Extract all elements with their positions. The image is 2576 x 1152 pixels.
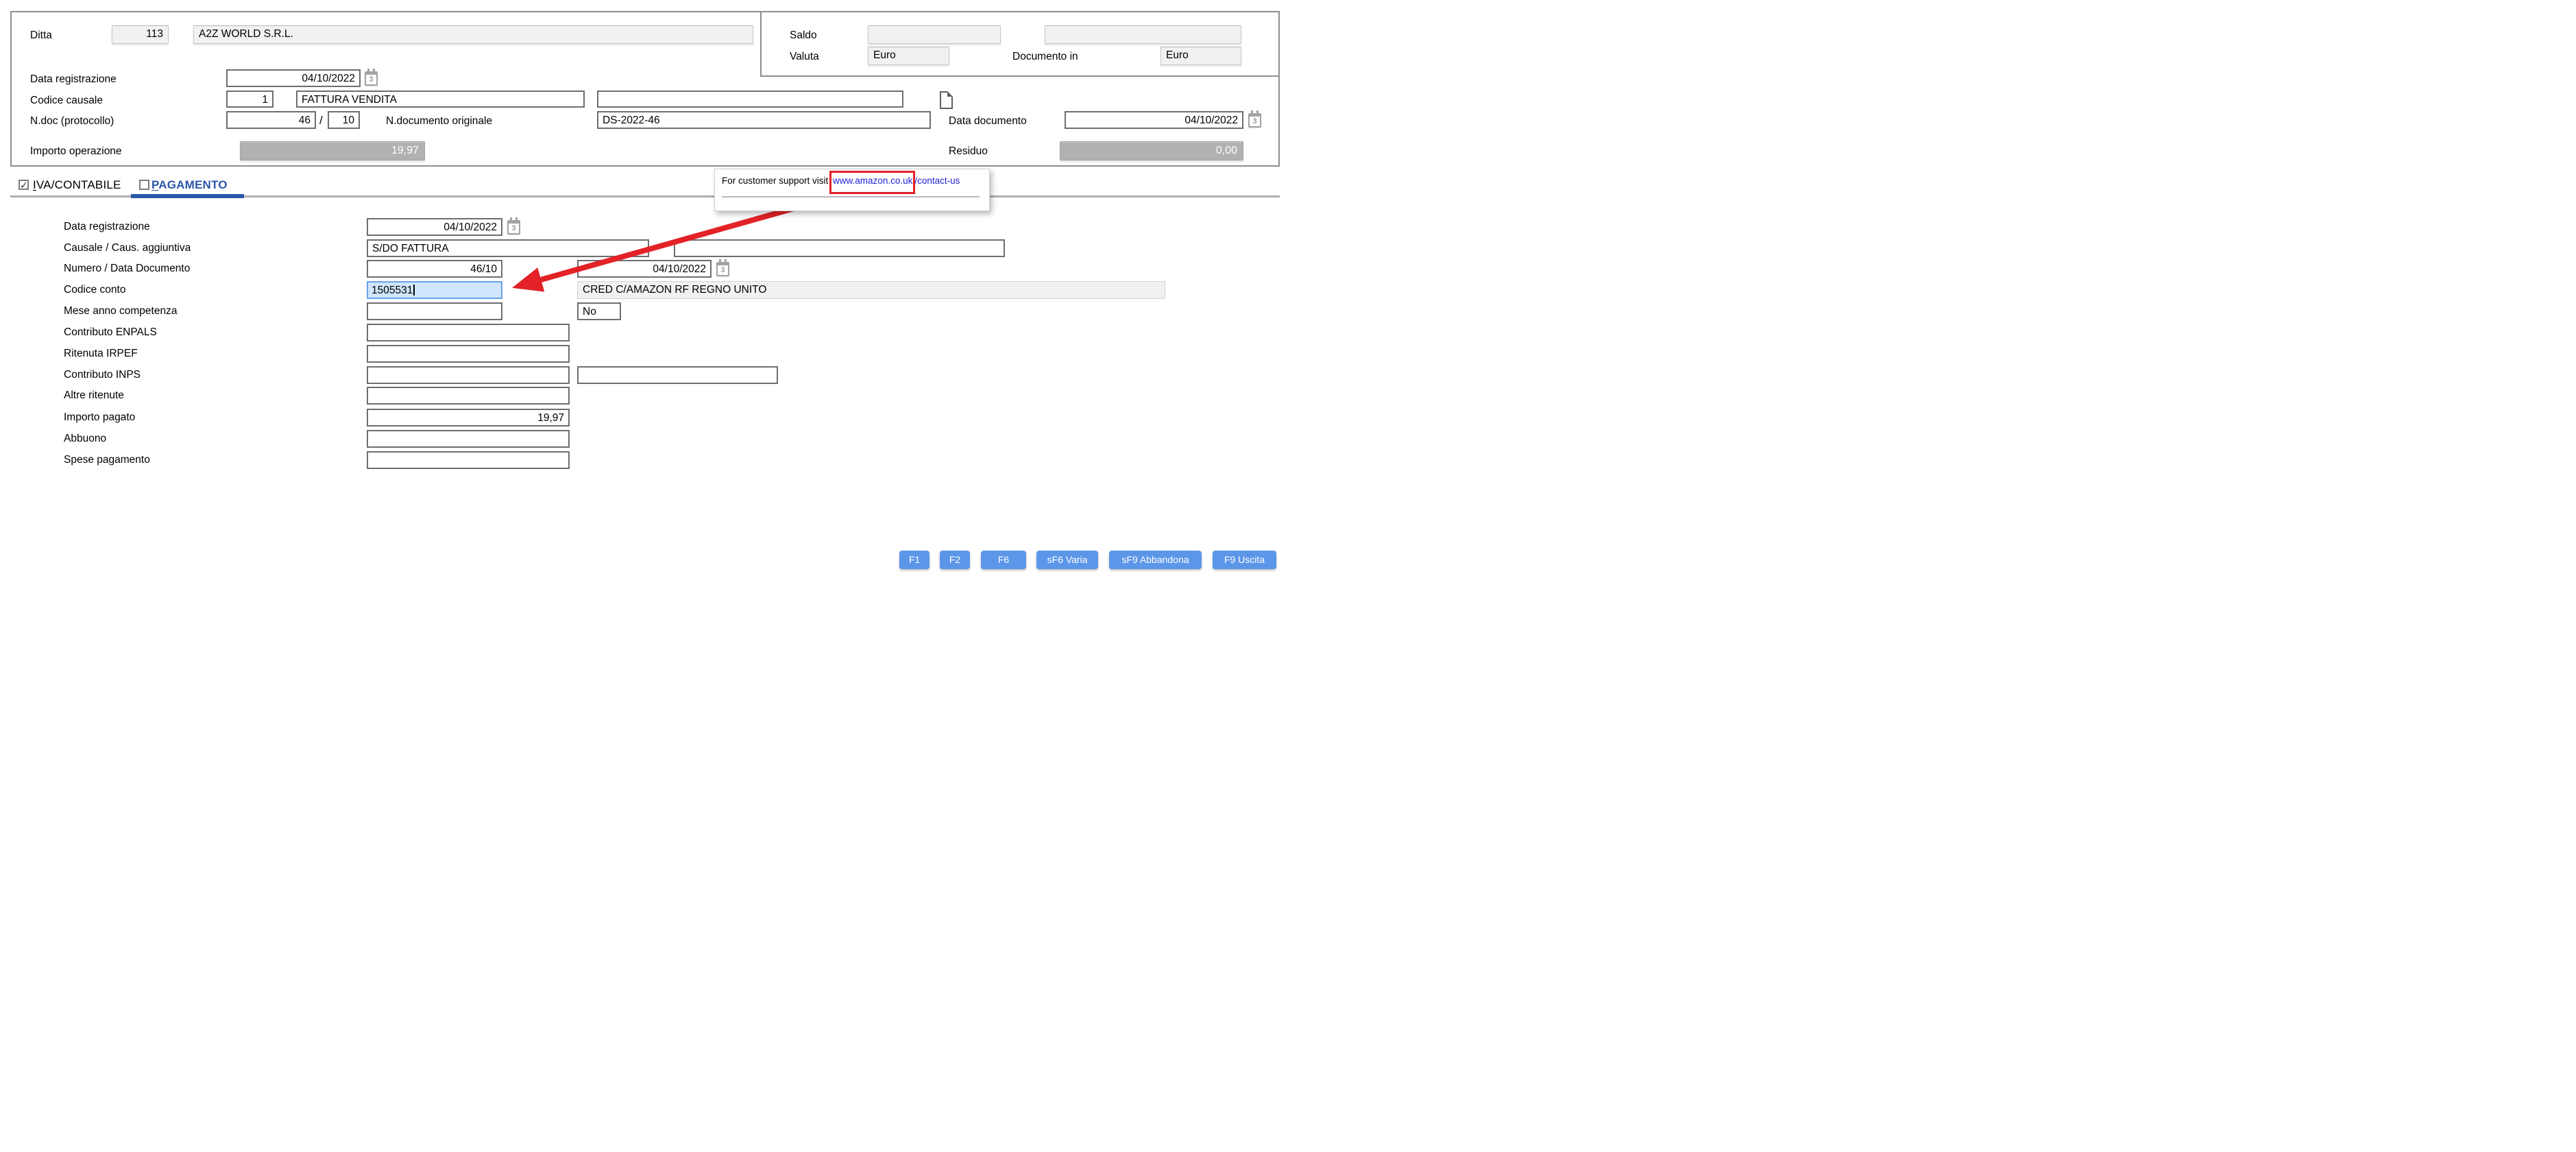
contributo-enpals-label: Contributo ENPALS [64, 326, 157, 338]
data-registrazione-label: Data registrazione [30, 73, 117, 85]
header-divider-horizontal [760, 75, 1280, 77]
calendar-icon[interactable]: 3 [365, 69, 378, 86]
data-documento-form-field[interactable]: 04/10/2022 [577, 260, 712, 278]
tooltip-divider [722, 196, 980, 197]
numero-documento-field[interactable]: 46/10 [367, 260, 502, 278]
ritenuta-irpef-label: Ritenuta IRPEF [64, 348, 138, 359]
saldo-label: Saldo [790, 29, 817, 41]
sf6-varia-button[interactable]: sF6 Varia [1036, 551, 1098, 569]
ritenuta-irpef-field[interactable] [367, 345, 570, 363]
sf9-abbandona-button[interactable]: sF9 Abbandona [1109, 551, 1202, 569]
codice-causale-code-field[interactable]: 1 [226, 91, 274, 108]
form-data-registrazione-field[interactable]: 04/10/2022 [367, 218, 502, 236]
support-link-rest[interactable]: /contact-us [914, 176, 960, 186]
importo-pagato-field[interactable]: 19,97 [367, 409, 570, 427]
codice-causale-label: Codice causale [30, 95, 103, 106]
ndoc-originale-field[interactable]: DS-2022-46 [597, 111, 931, 129]
support-link[interactable]: www.amazon.co.uk [833, 176, 912, 186]
contributo-inps-extra-field[interactable] [577, 366, 778, 384]
abbuono-field[interactable] [367, 430, 570, 448]
mese-anno-flag-field[interactable]: No [577, 302, 621, 320]
ditta-name-field: A2Z WORLD S.R.L. [193, 25, 753, 44]
calendar-icon[interactable]: 3 [507, 217, 520, 235]
causale-aggiuntiva-field[interactable] [674, 239, 1005, 257]
documento-in-label: Documento in [1012, 51, 1078, 62]
spese-pagamento-field[interactable] [367, 451, 570, 469]
tab-iva-contabile[interactable]: IVA/CONTABILE [33, 178, 121, 192]
documento-in-field: Euro [1161, 47, 1241, 65]
form-data-registrazione-label: Data registrazione [64, 221, 150, 232]
abbuono-label: Abbuono [64, 433, 107, 444]
valuta-field: Euro [868, 47, 949, 65]
codice-causale-extra-field[interactable] [597, 91, 903, 108]
codice-causale-desc-field[interactable]: FATTURA VENDITA [296, 91, 585, 108]
f2-button[interactable]: F2 [940, 551, 970, 569]
calendar-icon[interactable]: 3 [1248, 110, 1261, 128]
checkmark-icon: ✓ [20, 180, 28, 191]
codice-conto-label: Codice conto [64, 284, 126, 296]
ndoc-originale-label: N.documento originale [386, 115, 493, 127]
altre-ritenute-label: Altre ritenute [64, 389, 124, 401]
calendar-icon[interactable]: 3 [716, 259, 729, 276]
header-divider-vertical [760, 11, 762, 75]
numero-data-documento-label: Numero / Data Documento [64, 263, 191, 274]
mese-anno-competenza-label: Mese anno competenza [64, 305, 178, 317]
ndoc-suffix-field[interactable]: 10 [328, 111, 360, 129]
f6-button[interactable]: F6 [981, 551, 1026, 569]
mese-anno-competenza-field[interactable] [367, 302, 502, 320]
ditta-label: Ditta [30, 29, 52, 41]
contributo-inps-label: Contributo INPS [64, 369, 141, 381]
importo-operazione-label: Importo operazione [30, 145, 122, 157]
active-tab-underline [131, 194, 244, 198]
valuta-label: Valuta [790, 51, 819, 62]
app-window: { "header": { "ditta": { "label": "Ditta… [0, 0, 1288, 576]
annotation-red-box: www.amazon.co.uk [829, 171, 916, 194]
importo-operazione-field: 19,97 [240, 141, 425, 160]
text-cursor [413, 285, 415, 296]
document-icon[interactable] [940, 91, 953, 109]
ditta-code-field: 113 [112, 25, 169, 44]
residuo-field: 0,00 [1060, 141, 1243, 160]
ndoc-separator: / [319, 114, 323, 127]
tooltip-text: For customer support visit www.amazon.co… [722, 171, 960, 194]
altre-ritenute-field[interactable] [367, 387, 570, 405]
ndoc-number-field[interactable]: 46 [226, 111, 316, 129]
contributo-enpals-field[interactable] [367, 324, 570, 341]
tab-pagamento[interactable]: PAGAMENTO [151, 178, 228, 192]
data-documento-field[interactable]: 04/10/2022 [1065, 111, 1243, 129]
importo-pagato-label: Importo pagato [64, 411, 136, 423]
f9-uscita-button[interactable]: F9 Uscita [1213, 551, 1276, 569]
data-registrazione-field[interactable]: 04/10/2022 [226, 69, 361, 87]
amazon-support-tooltip: For customer support visit www.amazon.co… [714, 169, 990, 211]
conto-descrizione-field: CRED C/AMAZON RF REGNO UNITO [577, 281, 1165, 299]
iva-contabile-checkbox[interactable]: ✓ [19, 180, 29, 190]
saldo-field-1 [868, 25, 1001, 44]
causale-label: Causale / Caus. aggiuntiva [64, 242, 191, 254]
contributo-inps-field[interactable] [367, 366, 570, 384]
pagamento-checkbox[interactable] [139, 180, 149, 190]
codice-conto-field[interactable]: 1505531 [367, 281, 502, 299]
f1-button[interactable]: F1 [899, 551, 929, 569]
data-documento-label: Data documento [949, 115, 1027, 127]
ndoc-label: N.doc (protocollo) [30, 115, 114, 127]
saldo-field-2 [1045, 25, 1241, 44]
spese-pagamento-label: Spese pagamento [64, 454, 150, 466]
residuo-label: Residuo [949, 145, 988, 157]
causale-field[interactable]: S/DO FATTURA [367, 239, 649, 257]
